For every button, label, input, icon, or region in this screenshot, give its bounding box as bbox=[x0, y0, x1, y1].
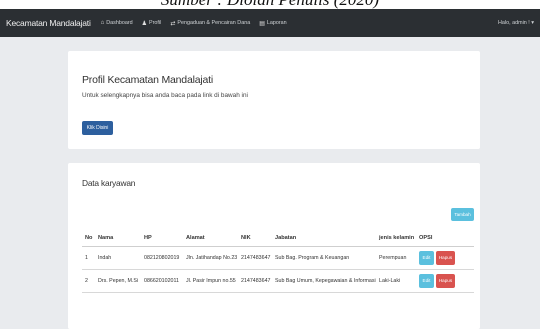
profile-title: Profil Kecamatan Mandalajati bbox=[82, 74, 213, 86]
cell-nik: 2147483647 bbox=[238, 268, 272, 293]
column-header: Jabatan bbox=[272, 230, 376, 247]
cell-opsi: Edit Hapus bbox=[416, 245, 474, 269]
nav-item-laporan[interactable]: ▤ Laporan bbox=[259, 20, 286, 27]
cell-no: 1 bbox=[82, 245, 95, 269]
cell-nama: Drs. Pepen, M.Si bbox=[95, 268, 141, 293]
column-header: HP bbox=[141, 230, 183, 247]
cell-hp: 082120802019 bbox=[141, 245, 183, 269]
hapus-button[interactable]: Hapus bbox=[436, 250, 455, 265]
nav-item-label: Dashboard bbox=[106, 20, 133, 26]
nav-item-dashboard[interactable]: ⌂ Dashboard bbox=[101, 20, 133, 26]
cell-alamat: Jln. Jatihandap No.23 bbox=[183, 245, 238, 269]
figure-caption: Sumber : Diolah Penulis (2020) bbox=[0, 0, 540, 9]
employee-panel: Data karyawan Tambah No Nama HP Alamat N… bbox=[68, 163, 480, 329]
cell-jabatan: Sub Bag. Program & Keuangan bbox=[272, 245, 376, 269]
cell-nama: Indah bbox=[95, 245, 141, 269]
column-header: No bbox=[82, 230, 95, 247]
employee-table: No Nama HP Alamat NIK Jabatan jenis kela… bbox=[82, 230, 474, 293]
klik-disini-button[interactable]: Klik Disini bbox=[82, 121, 113, 135]
top-navbar: Kecamatan Mandalajati ⌂ Dashboard ♟ Prof… bbox=[0, 9, 540, 37]
main-content: Profil Kecamatan Mandalajati Untuk selen… bbox=[0, 37, 540, 329]
cell-jenis-kelamin: Perempuan bbox=[376, 245, 416, 269]
employee-panel-title: Data karyawan bbox=[82, 178, 136, 188]
hapus-button[interactable]: Hapus bbox=[436, 273, 455, 288]
column-header: NIK bbox=[238, 230, 272, 247]
nav-item-label: Profil bbox=[149, 20, 162, 26]
cell-alamat: Jl. Pasir Impun no.55 bbox=[183, 268, 238, 293]
user-icon: ♟ bbox=[141, 20, 148, 27]
cell-jenis-kelamin: Laki-Laki bbox=[376, 268, 416, 293]
tambah-button[interactable]: Tambah bbox=[451, 208, 474, 221]
column-header: jenis kelamin bbox=[376, 230, 416, 247]
cell-no: 2 bbox=[82, 268, 95, 293]
nav-item-profil[interactable]: ♟ Profil bbox=[142, 20, 162, 27]
shuffle-icon: ⇄ bbox=[170, 20, 176, 27]
profile-subtitle: Untuk selengkapnya bisa anda baca pada l… bbox=[82, 92, 248, 99]
nav-item-label: Pengaduan & Pencairan Dana bbox=[177, 20, 251, 26]
cell-opsi: Edit Hapus bbox=[416, 268, 474, 293]
cell-hp: 086620102011 bbox=[141, 268, 183, 293]
profile-panel: Profil Kecamatan Mandalajati Untuk selen… bbox=[68, 51, 480, 149]
edit-button[interactable]: Edit bbox=[419, 250, 434, 265]
document-icon: ▤ bbox=[259, 20, 265, 27]
table-row: 2 Drs. Pepen, M.Si 086620102011 Jl. Pasi… bbox=[82, 268, 474, 293]
column-header: Nama bbox=[95, 230, 141, 247]
edit-button[interactable]: Edit bbox=[419, 273, 434, 288]
cell-nik: 2147483647 bbox=[238, 245, 272, 269]
column-header: Alamat bbox=[183, 230, 238, 247]
cell-jabatan: Sub Bag Umum, Kepegawaian & Informasi bbox=[272, 268, 376, 293]
table-row: 1 Indah 082120802019 Jln. Jatihandap No.… bbox=[82, 245, 474, 269]
user-menu[interactable]: Halo, admin ! ▾ bbox=[498, 20, 534, 26]
navbar-brand[interactable]: Kecamatan Mandalajati bbox=[6, 18, 91, 28]
nav-item-label: Laporan bbox=[266, 20, 287, 26]
nav-item-pengaduan[interactable]: ⇄ Pengaduan & Pencairan Dana bbox=[170, 20, 250, 27]
column-header: OPSI bbox=[416, 230, 474, 247]
table-header-row: No Nama HP Alamat NIK Jabatan jenis kela… bbox=[82, 230, 474, 247]
home-icon: ⌂ bbox=[100, 20, 105, 26]
